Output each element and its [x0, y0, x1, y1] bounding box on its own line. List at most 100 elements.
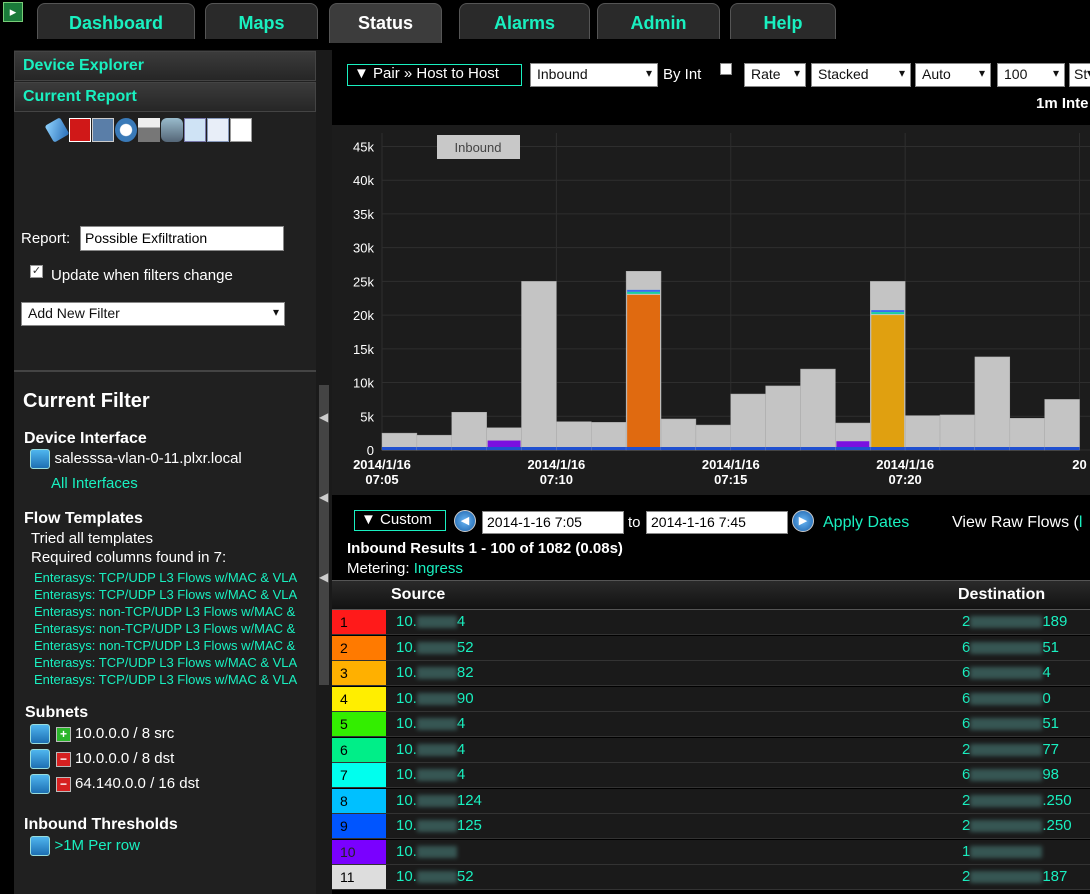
source-ip[interactable]: 10.	[396, 840, 457, 864]
destination-ip[interactable]: 2 187	[962, 865, 1067, 889]
by-int-checkbox[interactable]	[720, 63, 732, 75]
sort-select[interactable]: St	[1069, 63, 1090, 87]
database-export-icon[interactable]	[161, 118, 183, 142]
table-row[interactable]: 8 10. 124 2 .250	[332, 788, 1090, 814]
source-ip[interactable]: 10. 52	[396, 865, 474, 889]
delete-bin-icon[interactable]	[30, 774, 50, 794]
delete-bin-icon[interactable]	[30, 749, 50, 769]
source-ip[interactable]: 10. 4	[396, 610, 465, 634]
delete-bin-icon[interactable]	[30, 449, 50, 469]
table-row[interactable]: 11 10. 52 2 187	[332, 865, 1090, 890]
flow-template-item[interactable]: Enterasys: non-TCP/UDP L3 Flows w/MAC &	[34, 621, 316, 638]
include-icon[interactable]: +	[56, 726, 71, 742]
delete-bin-icon[interactable]	[30, 836, 50, 856]
tab-alarms[interactable]: Alarms	[459, 3, 590, 39]
destination-ip[interactable]: 60	[962, 687, 1051, 711]
source-ip[interactable]: 10. 52	[396, 636, 474, 660]
destination-column-header[interactable]: Destination	[958, 586, 1045, 604]
end-date-input[interactable]: 2014-1-16 7:45	[646, 511, 788, 534]
destination-ip[interactable]: 64	[962, 661, 1051, 685]
source-column-header[interactable]: Source	[391, 586, 445, 604]
device-explorer-header[interactable]: Device Explorer	[14, 51, 316, 81]
flow-template-item[interactable]: Enterasys: non-TCP/UDP L3 Flows w/MAC &	[34, 604, 316, 621]
source-ip[interactable]: 10. 4	[396, 712, 465, 736]
source-ip[interactable]: 10. 4	[396, 763, 465, 787]
flow-template-item[interactable]: Enterasys: TCP/UDP L3 Flows w/MAC & VLA	[34, 570, 316, 587]
flow-template-item[interactable]: Enterasys: TCP/UDP L3 Flows w/MAC & VLA	[34, 672, 316, 689]
destination-ip[interactable]: 6 51	[962, 636, 1059, 660]
csv-export-icon[interactable]	[207, 118, 229, 142]
source-ip[interactable]: 10. 82	[396, 661, 474, 685]
source-ip[interactable]: 10. 90	[396, 687, 474, 711]
destination-ip[interactable]: 1	[962, 840, 1043, 864]
flow-template-item[interactable]: Enterasys: TCP/UDP L3 Flows w/MAC & VLA	[34, 655, 316, 672]
current-report-header[interactable]: Current Report	[14, 82, 316, 112]
tab-maps[interactable]: Maps	[205, 3, 318, 39]
destination-ip[interactable]: 2 189	[962, 610, 1067, 634]
rank-cell: 9	[332, 814, 386, 838]
threshold-link[interactable]: >1M Per row	[54, 837, 139, 854]
update-filters-checkbox[interactable]: ✓	[30, 265, 43, 278]
schedule-clock-icon[interactable]	[115, 118, 137, 142]
y-tick-label: 25k	[353, 274, 374, 289]
source-ip[interactable]: 10. 125	[396, 814, 482, 838]
all-interfaces-link[interactable]: All Interfaces	[51, 475, 138, 492]
edit-icon[interactable]	[44, 117, 70, 143]
custom-range-button[interactable]: ▼ Custom	[354, 510, 446, 531]
tab-dashboard[interactable]: Dashboard	[37, 3, 195, 39]
flow-template-item[interactable]: Enterasys: TCP/UDP L3 Flows w/MAC & VLA	[34, 587, 316, 604]
app-logo-icon[interactable]: ▸	[3, 2, 23, 22]
pdf-icon[interactable]	[230, 118, 252, 142]
save-as-icon[interactable]	[92, 118, 114, 142]
destination-ip[interactable]: 6 98	[962, 763, 1059, 787]
table-row[interactable]: 7 10. 4 6 98	[332, 763, 1090, 788]
table-row[interactable]: 5 10. 4 6 51	[332, 712, 1090, 737]
table-row[interactable]: 10 10. 1	[332, 839, 1090, 865]
table-row[interactable]: 3 10. 82 6 4	[332, 661, 1090, 686]
table-row[interactable]: 2 10. 52 6 51	[332, 635, 1090, 661]
previous-period-icon[interactable]: ◀	[454, 510, 476, 532]
bar-base-segment	[521, 447, 557, 450]
start-date-input[interactable]: 2014-1-16 7:05	[482, 511, 624, 534]
pair-host-to-host-button[interactable]: ▼ Pair » Host to Host	[347, 64, 522, 86]
metering-value[interactable]: Ingress	[414, 560, 463, 577]
flow-template-item[interactable]: Enterasys: non-TCP/UDP L3 Flows w/MAC &	[34, 638, 316, 655]
source-ip[interactable]: 10. 124	[396, 789, 482, 813]
exclude-icon[interactable]: −	[56, 751, 71, 767]
rate-select[interactable]: Rate	[744, 63, 806, 87]
panel-splitter[interactable]: ◀ ◀ ◀	[316, 50, 332, 894]
count-select[interactable]: 100	[997, 63, 1065, 87]
collapse-arrow-icon[interactable]: ◀	[319, 570, 328, 584]
save-icon[interactable]	[69, 118, 91, 142]
table-row[interactable]: 4 10. 90 6 0	[332, 686, 1090, 712]
apply-dates-link[interactable]: Apply Dates	[823, 514, 909, 532]
table-row[interactable]: 6 10. 4 2 77	[332, 737, 1090, 763]
add-filter-select[interactable]: Add New Filter	[21, 302, 285, 326]
y-tick-label: 30k	[353, 241, 374, 256]
table-row[interactable]: 1 10. 4 2 189	[332, 610, 1090, 635]
destination-ip[interactable]: 6 51	[962, 712, 1059, 736]
splitter-handle[interactable]	[319, 385, 329, 685]
report-name-input[interactable]: Possible Exfiltration	[80, 226, 284, 251]
tab-help[interactable]: Help	[730, 3, 836, 39]
stacked-select[interactable]: Stacked	[811, 63, 911, 87]
source-ip[interactable]: 10. 4	[396, 738, 465, 762]
tab-status[interactable]: Status	[329, 3, 442, 43]
collapse-arrow-icon[interactable]: ◀	[319, 410, 328, 424]
direction-select[interactable]: Inbound	[530, 63, 658, 87]
bar-base-segment	[661, 447, 696, 450]
auto-select[interactable]: Auto	[915, 63, 991, 87]
email-icon[interactable]	[184, 118, 206, 142]
exclude-icon[interactable]: −	[56, 776, 71, 792]
print-icon[interactable]	[138, 118, 160, 142]
add-filter-value: Add New Filter	[28, 305, 120, 321]
collapse-arrow-icon[interactable]: ◀	[319, 490, 328, 504]
table-row[interactable]: 9 10. 125 2 .250	[332, 814, 1090, 839]
destination-ip[interactable]: 2 77	[962, 738, 1059, 762]
destination-ip[interactable]: 2 .250	[962, 814, 1072, 838]
delete-bin-icon[interactable]	[30, 724, 50, 744]
view-raw-flows-link[interactable]: View Raw Flows (l	[952, 514, 1082, 532]
tab-admin[interactable]: Admin	[597, 3, 720, 39]
destination-ip[interactable]: 2 .250	[962, 789, 1072, 813]
next-period-icon[interactable]: ▶	[792, 510, 814, 532]
